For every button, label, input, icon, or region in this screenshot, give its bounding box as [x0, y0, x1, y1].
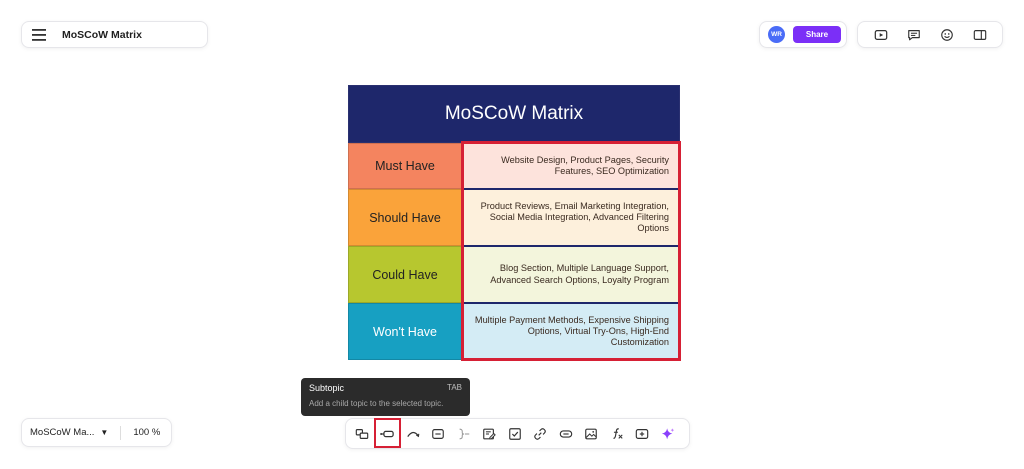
share-panel: WR Share	[759, 21, 847, 48]
topic-icon[interactable]	[349, 421, 375, 446]
tooltip-title: Subtopic	[309, 383, 345, 393]
hamburger-menu-icon[interactable]	[24, 21, 54, 48]
subtopic-button-highlight	[374, 418, 401, 448]
right-toolbar	[857, 21, 1003, 48]
title-panel: MoSCoW Matrix	[21, 21, 208, 48]
zoom-level[interactable]: 100 %	[133, 427, 160, 438]
emoji-icon[interactable]	[936, 24, 958, 46]
row-label[interactable]: Could Have	[348, 246, 462, 303]
task-icon[interactable]	[502, 421, 528, 446]
avatar[interactable]: WR	[768, 26, 785, 43]
file-name[interactable]: MoSCoW Ma...	[30, 427, 94, 438]
link-icon[interactable]	[528, 421, 554, 446]
caret-down-icon[interactable]: ▼	[100, 428, 108, 437]
comment-icon[interactable]	[903, 24, 925, 46]
sidebar-panel-icon[interactable]	[969, 24, 991, 46]
tooltip-shortcut: TAB	[447, 383, 462, 392]
note-icon[interactable]	[477, 421, 503, 446]
image-icon[interactable]	[579, 421, 605, 446]
tooltip-description: Add a child topic to the selected topic.	[309, 399, 444, 408]
subtopic-tooltip: Subtopic TAB Add a child topic to the se…	[301, 378, 470, 416]
ai-sparkle-icon[interactable]	[655, 421, 681, 446]
file-panel: MoSCoW Ma... ▼ 100 %	[21, 418, 172, 447]
row-label[interactable]: Must Have	[348, 143, 462, 189]
relationship-icon[interactable]	[400, 421, 426, 446]
slideshow-icon[interactable]	[870, 24, 892, 46]
label-icon[interactable]	[553, 421, 579, 446]
matrix-title[interactable]: MoSCoW Matrix	[348, 85, 680, 143]
insert-icon[interactable]	[630, 421, 656, 446]
row-label[interactable]: Should Have	[348, 189, 462, 246]
row-label[interactable]: Won't Have	[348, 303, 462, 360]
share-button[interactable]: Share	[793, 26, 841, 43]
summary-icon[interactable]	[451, 421, 477, 446]
divider	[120, 425, 122, 440]
document-title[interactable]: MoSCoW Matrix	[62, 29, 142, 41]
boundary-icon[interactable]	[426, 421, 452, 446]
selection-highlight	[461, 141, 681, 361]
formula-icon[interactable]	[604, 421, 630, 446]
